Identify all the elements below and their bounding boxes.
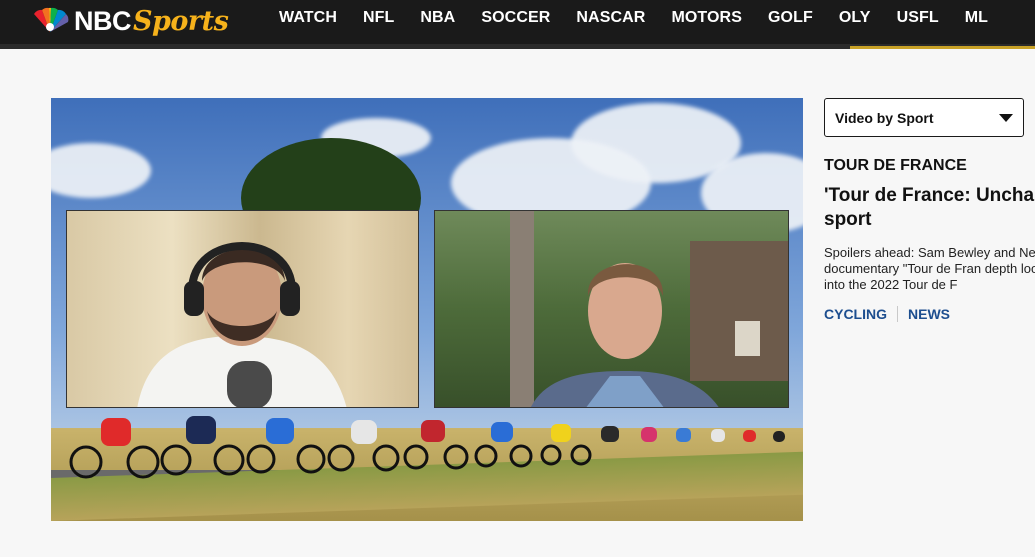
nav-oly[interactable]: OLY	[826, 9, 884, 27]
cyclists-peloton	[69, 416, 785, 479]
nav-watch[interactable]: WATCH	[266, 9, 350, 27]
tag-divider	[897, 306, 898, 322]
dropdown-caret-icon	[999, 114, 1013, 122]
main-nav: WATCH NFL NBA SOCCER NASCAR MOTORS GOLF …	[266, 0, 1001, 36]
person-right-illustration	[510, 211, 788, 407]
nbc-sports-logo[interactable]: NBC Sports	[28, 4, 229, 38]
nav-nfl[interactable]: NFL	[350, 9, 407, 27]
video-player[interactable]	[51, 98, 803, 521]
nav-golf[interactable]: GOLF	[755, 9, 826, 27]
nav-mlb[interactable]: ML	[952, 9, 1001, 27]
nav-nba[interactable]: NBA	[407, 9, 468, 27]
nav-motors[interactable]: MOTORS	[658, 9, 755, 27]
nav-soccer[interactable]: SOCCER	[468, 9, 563, 27]
video-tags: CYCLING NEWS	[824, 306, 950, 322]
header-accent-line	[850, 46, 1035, 49]
video-headline[interactable]: 'Tour de France: Uncha sport	[824, 184, 1035, 232]
logo-sports-text: Sports	[133, 5, 229, 37]
nav-usfl[interactable]: USFL	[884, 9, 952, 27]
video-by-sport-dropdown[interactable]: Video by Sport	[824, 98, 1024, 137]
webcam-right	[434, 210, 789, 408]
person-left-illustration	[137, 242, 347, 407]
webcam-left	[66, 210, 419, 408]
video-description: Spoilers ahead: Sam Bewley and Netflix d…	[824, 245, 1035, 292]
tag-cycling[interactable]: CYCLING	[824, 306, 887, 322]
tag-news[interactable]: NEWS	[908, 306, 950, 322]
logo-nbc-text: NBC	[74, 5, 132, 36]
video-category: TOUR DE FRANCE	[824, 157, 967, 174]
dropdown-label: Video by Sport	[835, 109, 934, 126]
peacock-logo-icon	[34, 7, 69, 32]
nav-nascar[interactable]: NASCAR	[563, 9, 658, 27]
